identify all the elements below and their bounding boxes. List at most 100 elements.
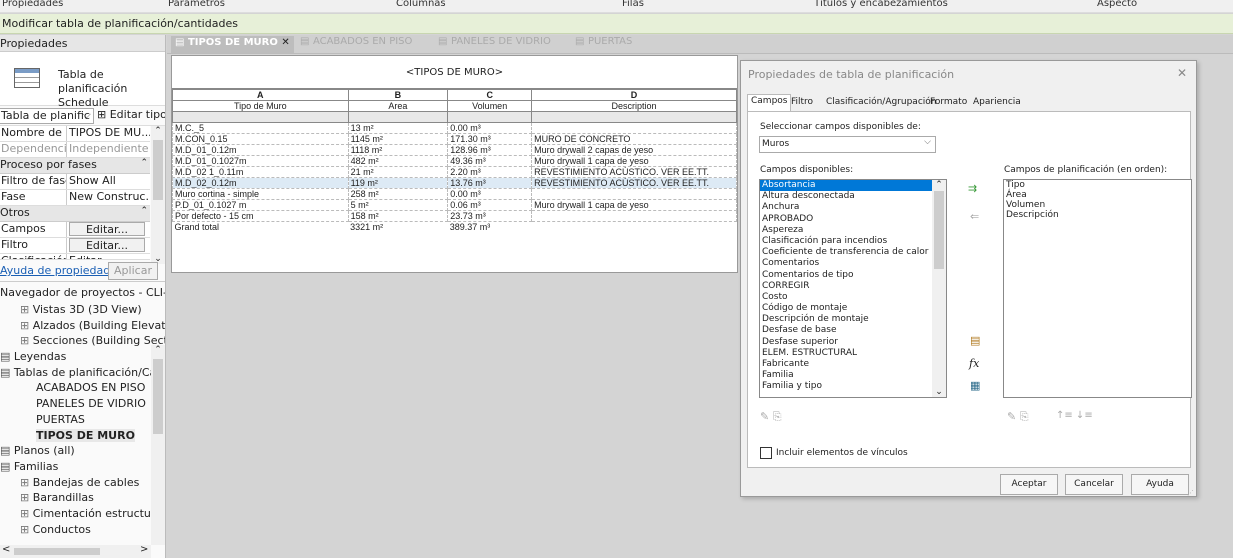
combine-parameters-icon[interactable]: ▦ (970, 379, 980, 392)
navigator-item[interactable]: PANELES DE VIDRIO (0, 397, 152, 413)
navigator-item[interactable]: ▤ Tablas de planificación/Ca (0, 366, 156, 382)
navigator-item[interactable]: ▤ Leyendas (0, 350, 152, 366)
navigator-item[interactable]: ⊞ Secciones (Building Secti (0, 334, 165, 350)
collapse-icon[interactable]: ⌃ (140, 158, 148, 168)
table-cell[interactable]: 482 m² (347, 154, 449, 167)
navigator-item[interactable]: ⊞ Barandillas (0, 491, 152, 507)
apply-button[interactable]: Aplicar (108, 262, 158, 280)
help-button[interactable]: Ayuda (1131, 474, 1189, 495)
table-cell[interactable]: 49.36 m³ (447, 154, 533, 167)
properties-scrollbar[interactable]: ⌃ ⌄ (151, 126, 165, 264)
navigator-item[interactable]: TIPOS DE MURO (0, 428, 152, 445)
table-row[interactable]: M.D_01_0.12m 1118 m² 128.96 m³ Muro drywall… (172, 143, 737, 156)
table-cell[interactable]: REVESTIMIENTO ACÚSTICO. VER EE.TT. (531, 165, 737, 178)
navigator-item[interactable]: ▤ Familias (0, 460, 152, 476)
add-field-icon[interactable]: ⇉ (968, 182, 977, 195)
available-field[interactable]: ELEM. ESTRUCTURAL (760, 348, 946, 359)
scroll-up-icon[interactable]: ⌃ (151, 345, 165, 355)
table-cell[interactable]: 158 m² (347, 209, 449, 222)
table-cell[interactable]: M.D_01_0.12m (172, 143, 349, 156)
available-field[interactable]: Desfase de base (760, 325, 946, 336)
table-cell[interactable]: Por defecto - 15 cm (172, 209, 349, 222)
tab-campos[interactable]: Campos (747, 94, 792, 112)
close-icon[interactable]: ✕ (1177, 66, 1187, 80)
table-cell[interactable]: M.CON_0.15 (172, 132, 349, 145)
table-cell[interactable]: Muro drywall 1 capa de yeso (531, 198, 737, 211)
scheduled-field[interactable]: Descripción (1004, 210, 1191, 220)
ribbon-appearance[interactable]: Aspecto (1097, 0, 1137, 9)
scroll-up-icon[interactable]: ⌃ (932, 180, 946, 190)
ribbon-columns[interactable]: Columnas (396, 0, 446, 9)
available-fields-list[interactable]: Absortancia Altura desconectada Anchura APR… (759, 179, 947, 398)
column-letter[interactable]: B (347, 89, 449, 101)
tab-filtro[interactable]: Filtro (788, 96, 816, 112)
table-row[interactable]: M.CON_0.15 1145 m² 171.30 m³ MURO DE CONCRE… (172, 132, 737, 145)
prop-row[interactable]: Campos Editar... (0, 222, 150, 238)
navigator-item[interactable]: ⊞ Cimentación estructural (0, 507, 165, 523)
available-field[interactable]: Comentarios de tipo (760, 270, 946, 281)
available-scrollbar[interactable]: ⌃ ⌄ (932, 180, 946, 397)
table-cell[interactable]: Muro drywall 2 capas de yeso (531, 143, 737, 156)
edit-parameter-icon[interactable]: ✎ ⎘ (760, 410, 782, 424)
edit-type-button[interactable]: ⊞ Editar tipo (97, 108, 165, 121)
prop-value[interactable]: Editar... (67, 254, 150, 259)
prop-value[interactable]: Show All (67, 174, 150, 189)
navigator-item[interactable]: ▤ Planos (all) (0, 444, 152, 460)
table-cell[interactable]: 0.06 m³ (447, 198, 533, 211)
table-cell[interactable] (531, 121, 737, 134)
expand-icon[interactable]: ⊞ (20, 319, 33, 332)
table-cell[interactable]: M.D_02 1_0.11m (172, 165, 349, 178)
available-field[interactable]: APROBADO (760, 214, 946, 225)
navigator-item[interactable]: PUERTAS (0, 413, 152, 429)
table-cell[interactable]: 0.00 m³ (447, 121, 533, 134)
available-field[interactable]: Descripción de montaje (760, 314, 946, 325)
navigator-item[interactable]: ⊞ Bandejas de cables (0, 476, 152, 492)
table-row[interactable]: M.D_02_0.12m 119 m² 13.76 m³ REVESTIMIENTO … (172, 176, 737, 189)
table-row[interactable]: Por defecto - 15 cm 158 m² 23.73 m³ (172, 209, 737, 222)
column-letter[interactable]: A (172, 89, 349, 101)
scheduled-field[interactable]: Tipo (1004, 180, 1191, 190)
table-row[interactable]: M.D_01_0.1027m 482 m² 49.36 m³ Muro drywall… (172, 154, 737, 167)
table-cell[interactable]: P.D_01_0.1027 m (172, 198, 349, 211)
available-field[interactable]: Aspereza (760, 225, 946, 236)
available-field[interactable]: Altura desconectada (760, 191, 946, 202)
ribbon-titles[interactable]: Títulos y encabezamientos (814, 0, 948, 9)
column-letter-row[interactable]: ABCD (172, 89, 737, 101)
table-cell[interactable]: Muro cortina - simple (172, 187, 349, 200)
ribbon-parameters[interactable]: Parámetros (168, 0, 225, 9)
expand-icon[interactable]: ⊞ (20, 303, 33, 316)
table-cell[interactable]: Muro drywall 1 capa de yeso (531, 154, 737, 167)
available-field[interactable]: CORREGIR (760, 281, 946, 292)
table-cell[interactable]: 119 m² (347, 176, 449, 189)
remove-field-icon[interactable]: ⇐ (970, 210, 979, 223)
expand-icon[interactable]: ⊞ (20, 507, 33, 520)
scheduled-field[interactable]: Área (1004, 190, 1191, 200)
tab-paneles-de-vidrio[interactable]: ▤ PANELES DE VIDRIO (438, 36, 551, 53)
type-selector[interactable]: Tabla de planific ⌵ (0, 108, 94, 124)
available-field[interactable]: Familia (760, 370, 946, 381)
table-cell[interactable]: 5 m² (347, 198, 449, 211)
available-field[interactable]: Anchura (760, 202, 946, 213)
table-cell[interactable] (531, 187, 737, 200)
available-field[interactable]: Familia y tipo (760, 381, 946, 392)
expand-icon[interactable]: ⊞ (20, 523, 33, 536)
column-header[interactable]: Area (347, 100, 449, 112)
navigator-item[interactable]: ⊞ Vistas 3D (3D View) (0, 303, 152, 319)
prop-row[interactable]: Filtro de fasesShow All (0, 174, 150, 190)
prop-value[interactable]: TIPOS DE MU... (67, 126, 150, 141)
table-cell[interactable]: 21 m² (347, 165, 449, 178)
table-row[interactable]: P.D_01_0.1027 m5 m² 0.06 m³ Muro drywall 1… (172, 198, 737, 211)
table-row[interactable]: M.C._5 13 m² 0.00 m³ (172, 121, 737, 134)
available-field[interactable]: Desfase superior (760, 337, 946, 348)
table-cell[interactable]: 13.76 m³ (447, 176, 533, 189)
table-cell[interactable]: M.D_01_0.1027m (172, 154, 349, 167)
tab-apariencia[interactable]: Apariencia (970, 96, 1024, 112)
section-other[interactable]: Otros ⌃ (0, 206, 150, 222)
scroll-down-icon[interactable]: ⌄ (932, 387, 946, 397)
tab-puertas[interactable]: ▤ PUERTAS (575, 36, 632, 53)
table-row[interactable]: Muro cortina - simple 258 m² 0.00 m³ (172, 187, 737, 200)
expand-icon[interactable]: ⊞ (20, 491, 33, 504)
scheduled-field[interactable]: Volumen (1004, 200, 1191, 210)
add-parameter-icon[interactable]: ▤ (970, 334, 980, 347)
prop-row[interactable]: Dependencia Independiente (0, 142, 150, 158)
